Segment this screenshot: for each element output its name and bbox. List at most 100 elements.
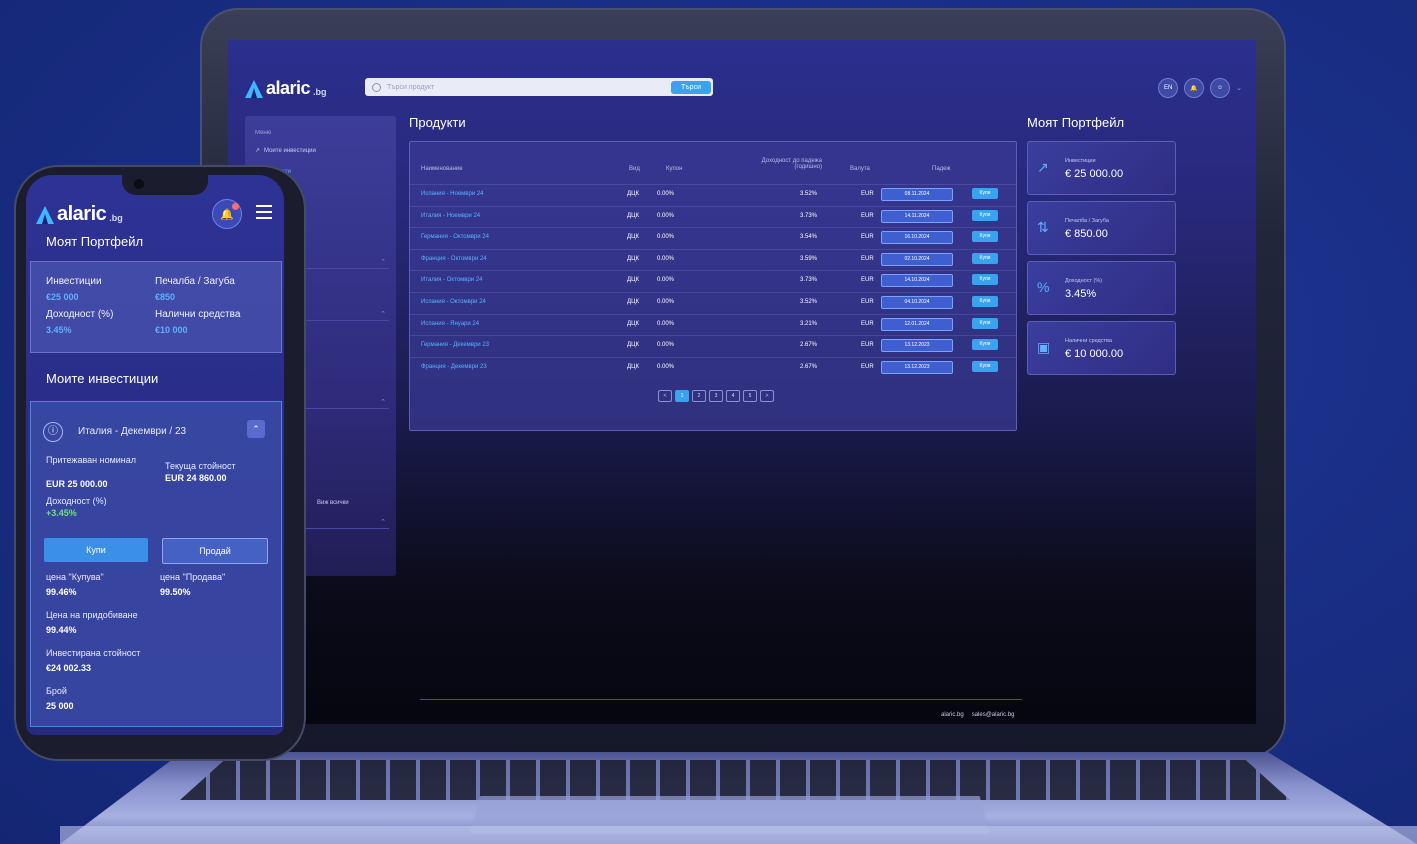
- cash-label: Налични средства: [155, 309, 241, 320]
- chevron-up-icon[interactable]: ⌃: [380, 310, 386, 318]
- product-name-link[interactable]: Испания - Ноември 24: [421, 191, 484, 197]
- products-table: Наименование Вид Купон Доходност до паде…: [409, 141, 1017, 431]
- user-icon[interactable]: ☺: [1210, 78, 1231, 98]
- investment-yield-label: Доходност (%): [46, 496, 107, 506]
- product-type: ДЦК: [627, 212, 639, 219]
- table-row: Германия - Декември 23 ДЦК 0.00% 2.67% EUR 13…: [410, 335, 1016, 357]
- portfolio-title: Моят Портфейл: [46, 234, 144, 249]
- product-name-link[interactable]: Германия - Декември 23: [421, 342, 489, 348]
- product-name-link[interactable]: Франция - Октомври 24: [421, 256, 487, 262]
- buy-button[interactable]: Купи: [972, 231, 998, 243]
- chevron-up-icon[interactable]: ⌃: [247, 420, 265, 438]
- search-input[interactable]: Търси продукт: [387, 84, 671, 91]
- header-yield[interactable]: Доходност до падежа (годишно): [747, 158, 822, 170]
- table-row: Испания - Октомври 24 ДЦК 0.00% 3.52% EUR 04.…: [410, 292, 1016, 314]
- sell-button[interactable]: Продай: [162, 538, 268, 564]
- product-currency: EUR: [861, 234, 874, 241]
- table-row: Германия - Октомври 24 ДЦК 0.00% 3.54% EUR 16…: [410, 227, 1016, 249]
- product-yield: 2.67%: [800, 363, 818, 370]
- cash-icon: ▣: [1037, 339, 1051, 355]
- product-name-link[interactable]: Испания - Октомври 24: [421, 299, 486, 305]
- cash-value: €10 000: [155, 325, 188, 335]
- portfolio-card-value: 3.45%: [1065, 288, 1097, 300]
- header-coupon[interactable]: Купон: [666, 166, 682, 172]
- maturity-date: 04.10.2024: [881, 296, 953, 309]
- buy-button[interactable]: Купи: [972, 339, 998, 351]
- product-type: ДЦК: [627, 255, 639, 262]
- portfolio-card: % Доходност (%) 3.45%: [1027, 261, 1176, 315]
- search-bar: Търси продукт Търси: [365, 78, 713, 96]
- pagination-page[interactable]: 2: [692, 390, 706, 402]
- buy-button[interactable]: Купи: [972, 274, 998, 286]
- invested-value-value: €24 002.33: [46, 663, 92, 673]
- buy-button[interactable]: Купи: [972, 317, 998, 329]
- hamburger-menu-icon[interactable]: [256, 205, 272, 223]
- product-name-link[interactable]: Испания - Януари 24: [421, 321, 479, 327]
- percent-icon: %: [1037, 279, 1050, 295]
- pagination-page[interactable]: 3: [709, 390, 723, 402]
- buy-button[interactable]: Купи: [972, 188, 998, 199]
- sidebar-item-my-investments[interactable]: ↗ Моите инвестиции: [255, 147, 316, 155]
- my-investments-title: Моите инвестиции: [46, 371, 159, 386]
- pl-value: €850: [155, 292, 176, 302]
- notification-badge: [232, 203, 239, 210]
- search-button[interactable]: Търси: [671, 80, 711, 94]
- bell-icon[interactable]: 🔔: [212, 199, 242, 229]
- product-yield: 3.54%: [800, 234, 818, 241]
- product-name-link[interactable]: Франция - Декември 23: [421, 364, 487, 370]
- footer-email-link[interactable]: sales@alaric.bg: [972, 712, 1015, 718]
- product-name-link[interactable]: Италия - Ноември 24: [421, 213, 480, 219]
- menu-label: Меню: [255, 130, 272, 136]
- footer-site-link[interactable]: alaric.bg: [941, 712, 964, 718]
- product-yield: 2.67%: [800, 342, 818, 349]
- held-nominal-value: EUR 25 000.00: [46, 479, 108, 489]
- investments-label: Инвестиции: [46, 276, 102, 287]
- pagination-prev[interactable]: <: [658, 390, 672, 402]
- product-currency: EUR: [861, 299, 874, 305]
- brand-logo[interactable]: alaric .bg: [245, 78, 327, 99]
- laptop-keyboard: [180, 760, 1290, 800]
- buy-button[interactable]: Купи: [972, 209, 998, 221]
- top-icons: EN 🔔 ☺ ⌄: [1158, 78, 1242, 98]
- buy-button[interactable]: Купи: [972, 296, 998, 307]
- product-coupon: 0.00%: [657, 363, 675, 370]
- invested-value-label: Инвестирана стойност: [46, 648, 141, 658]
- product-yield: 3.73%: [800, 212, 818, 219]
- pagination-page[interactable]: 1: [675, 390, 689, 402]
- count-value: 25 000: [46, 701, 74, 711]
- pagination-page[interactable]: 4: [726, 390, 740, 402]
- header-currency[interactable]: Валута: [850, 166, 870, 172]
- pagination-page[interactable]: 5: [743, 390, 757, 402]
- chevron-up-icon[interactable]: ⌃: [380, 258, 386, 266]
- header-type[interactable]: Вид: [629, 166, 640, 172]
- buy-button[interactable]: Купи: [44, 538, 148, 562]
- pagination-next[interactable]: >: [760, 390, 774, 402]
- product-name-link[interactable]: Италия - Октомври 24: [421, 277, 482, 283]
- see-all-link[interactable]: Виж всички: [317, 500, 349, 506]
- brand-logo[interactable]: alaric .bg: [36, 203, 123, 226]
- product-coupon: 0.00%: [657, 191, 675, 197]
- current-value-label: Текуща стойност: [165, 461, 236, 471]
- product-type: ДЦК: [627, 277, 639, 284]
- bell-icon[interactable]: 🔔: [1184, 78, 1205, 98]
- product-currency: EUR: [861, 212, 874, 219]
- divider: [293, 408, 389, 409]
- chevron-up-icon[interactable]: ⌃: [380, 398, 386, 406]
- header-maturity[interactable]: Падеж: [932, 166, 950, 172]
- product-type: ДЦК: [627, 234, 639, 241]
- maturity-date: 14.10.2024: [881, 274, 953, 288]
- header-name[interactable]: Наименование: [421, 166, 463, 172]
- chevron-down-icon[interactable]: ⌄: [1236, 84, 1242, 92]
- maturity-date: 14.11.2024: [881, 209, 953, 223]
- product-currency: EUR: [861, 320, 874, 327]
- buy-button[interactable]: Купи: [972, 252, 998, 264]
- language-button[interactable]: EN: [1158, 78, 1179, 98]
- product-name-link[interactable]: Германия - Октомври 24: [421, 234, 489, 240]
- buy-button[interactable]: Купи: [972, 360, 998, 372]
- sell-price-label: цена "Продава": [160, 572, 226, 582]
- product-coupon: 0.00%: [657, 342, 675, 349]
- chevron-up-icon[interactable]: ⌃: [380, 518, 386, 526]
- laptop-base-edge: [60, 826, 1417, 844]
- investment-card: ⓘ Италия - Декември / 23 ⌃ Притежаван но…: [30, 401, 282, 727]
- table-header: Наименование Вид Купон Доходност до паде…: [410, 158, 1016, 178]
